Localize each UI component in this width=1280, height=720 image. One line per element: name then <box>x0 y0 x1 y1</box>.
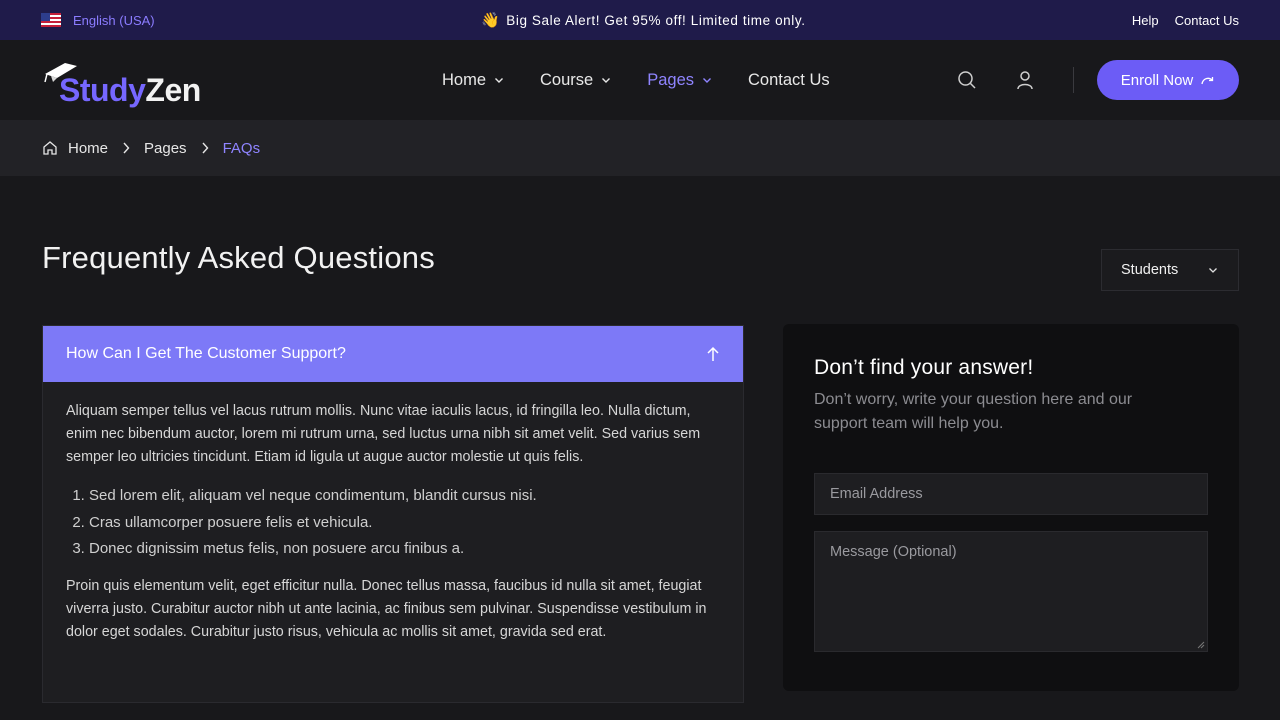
nav-label: Home <box>442 70 487 89</box>
brand-name: StudyZen <box>59 70 201 110</box>
chevron-down-icon <box>1209 268 1217 273</box>
faq-answer: Aliquam semper tellus vel lacus rutrum m… <box>43 382 743 644</box>
waving-hand-icon: 👋 <box>480 12 501 29</box>
panel-title: Don’t find your answer! <box>814 356 1034 379</box>
answer-paragraph: Aliquam semper tellus vel lacus rutrum m… <box>66 403 701 465</box>
contact-link[interactable]: Contact Us <box>1175 13 1239 28</box>
brand-part-2: Zen <box>145 72 201 108</box>
main-header: StudyZen Home Course Pages Contact Us En… <box>0 40 1280 120</box>
promo-banner: 👋 Big Sale Alert! Get 95% off! Limited t… <box>481 11 806 29</box>
header-divider <box>1073 67 1074 93</box>
chevron-right-icon <box>202 142 209 154</box>
arrow-up-icon <box>707 346 719 361</box>
account-button[interactable] <box>1013 68 1037 92</box>
nav-item-course[interactable]: Course <box>540 71 611 90</box>
resize-grip-icon[interactable] <box>1197 641 1205 649</box>
list-item: Sed lorem elit, aliquam vel neque condim… <box>89 483 720 510</box>
chevron-down-icon <box>602 78 611 83</box>
logo[interactable]: StudyZen <box>41 50 221 110</box>
message-field[interactable]: Message (Optional) <box>814 531 1208 652</box>
us-flag-icon <box>41 13 61 27</box>
language-selector[interactable]: English (USA) <box>41 13 155 28</box>
graduation-cap-icon <box>44 63 77 83</box>
nav-item-contact[interactable]: Contact Us <box>748 71 830 90</box>
top-links: Help Contact Us <box>1132 13 1239 28</box>
breadcrumb-home[interactable]: Home <box>68 140 108 157</box>
audience-select[interactable]: Students <box>1101 249 1239 291</box>
email-field[interactable]: Email Address <box>814 473 1208 515</box>
faq-accordion-item: How Can I Get The Customer Support? Aliq… <box>42 325 744 703</box>
chevron-down-icon <box>495 78 504 83</box>
select-value: Students <box>1121 262 1179 278</box>
question-form-panel: Don’t find your answer! Don’t worry, wri… <box>783 324 1239 691</box>
nav-label: Course <box>540 70 594 89</box>
breadcrumb-pages[interactable]: Pages <box>144 140 187 157</box>
faq-question: How Can I Get The Customer Support? <box>66 345 346 362</box>
nav-label: Contact Us <box>748 70 830 89</box>
message-placeholder: Message (Optional) <box>830 544 957 560</box>
promo-text: Big Sale Alert! Get 95% off! Limited tim… <box>506 12 806 28</box>
panel-subtitle: Don’t worry, write your question here an… <box>814 391 1133 432</box>
breadcrumb: Home Pages FAQs <box>0 120 1280 176</box>
user-icon <box>1017 71 1033 90</box>
nav-item-pages[interactable]: Pages <box>647 71 712 90</box>
enroll-now-button[interactable]: Enroll Now <box>1097 60 1239 100</box>
list-item: Cras ullamcorper posuere felis et vehicu… <box>89 510 720 537</box>
page-title: Frequently Asked Questions <box>42 240 435 275</box>
email-placeholder: Email Address <box>830 486 923 502</box>
header-actions: Enroll Now <box>955 40 1239 120</box>
faq-question-header[interactable]: How Can I Get The Customer Support? <box>43 326 743 382</box>
announcement-bar: English (USA) 👋 Big Sale Alert! Get 95% … <box>0 0 1280 40</box>
nav-label: Pages <box>647 70 695 89</box>
search-icon <box>958 71 976 89</box>
answer-paragraph: Proin quis elementum velit, eget efficit… <box>66 577 707 640</box>
answer-list: Sed lorem elit, aliquam vel neque condim… <box>89 483 720 563</box>
enroll-label: Enroll Now <box>1120 71 1194 89</box>
chevron-right-icon <box>123 142 130 154</box>
breadcrumb-current: FAQs <box>222 139 261 157</box>
main-content: Frequently Asked Questions Students How … <box>0 176 1280 720</box>
help-link[interactable]: Help <box>1132 13 1159 28</box>
chevron-down-icon <box>703 78 712 83</box>
list-item: Donec dignissim metus felis, non posuere… <box>89 536 720 563</box>
language-label: English (USA) <box>73 12 155 28</box>
arrow-icon <box>1201 77 1214 85</box>
main-nav: Home Course Pages Contact Us <box>442 40 830 120</box>
home-icon <box>43 141 57 155</box>
nav-item-home[interactable]: Home <box>442 71 504 90</box>
search-button[interactable] <box>955 68 979 92</box>
